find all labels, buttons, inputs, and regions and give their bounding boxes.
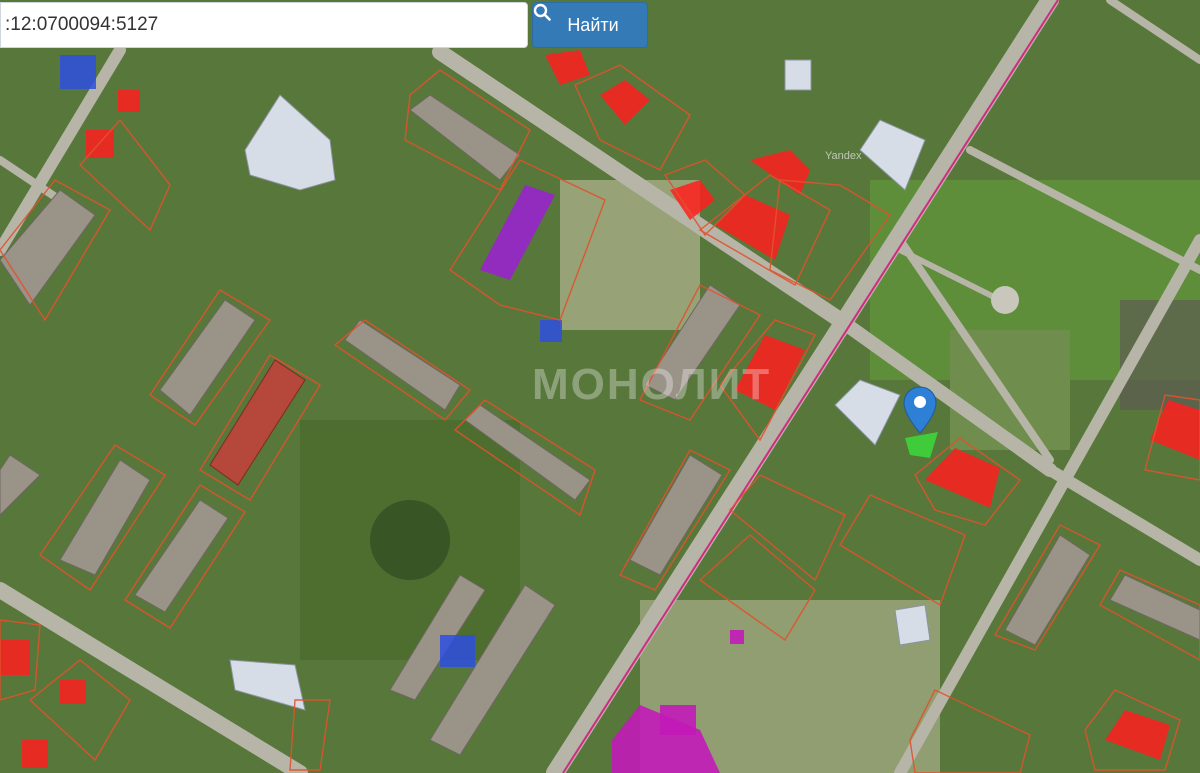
find-button-label: Найти	[567, 14, 619, 35]
map-provider-label: Yandex	[825, 150, 862, 162]
cadastral-search-box[interactable]	[0, 2, 528, 48]
find-button[interactable]: Найти	[532, 2, 648, 48]
satellite-map[interactable]: Yandex МОНОЛИТ Найти	[0, 0, 1200, 773]
search-input[interactable]	[1, 3, 527, 47]
watermark-text: МОНОЛИТ	[532, 360, 772, 409]
